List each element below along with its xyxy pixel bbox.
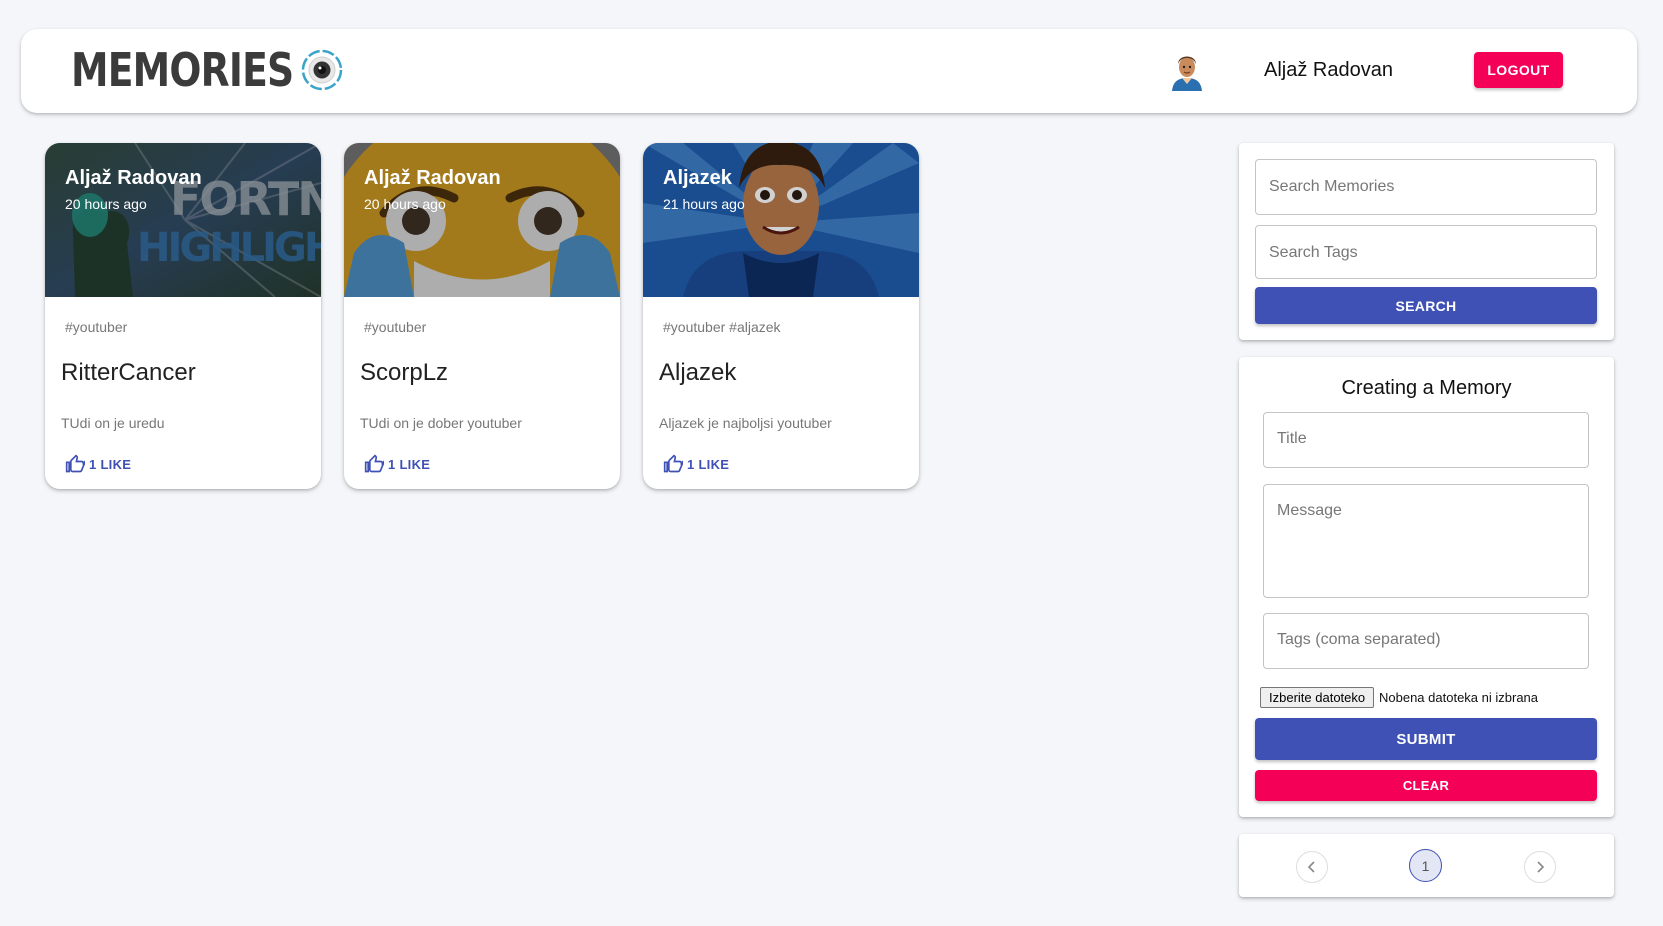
card-tags: #youtuber <box>65 319 128 335</box>
user-avatar-icon[interactable] <box>1164 47 1210 93</box>
chevron-left-icon <box>1307 861 1315 873</box>
file-choose-button[interactable]: Izberite datoteko <box>1260 687 1375 708</box>
message-placeholder: Message <box>1277 502 1342 519</box>
like-button[interactable]: 1 LIKE <box>663 454 729 474</box>
card-image-fortnite: FORTNITE HIGHLIGHTS Aljaž Radovan 20 hou… <box>45 143 321 297</box>
card-title: ScorpLz <box>360 359 449 386</box>
card-author: Aljaž Radovan <box>364 167 501 189</box>
user-name: Aljaž Radovan <box>1264 59 1393 81</box>
like-button[interactable]: 1 LIKE <box>65 454 131 474</box>
app-bar: MEMORIES Aljaž Radovan LOGOUT <box>21 29 1637 113</box>
like-count: 1 LIKE <box>388 456 431 472</box>
card-image-cartoon: Aljazek 21 hours ago <box>643 143 919 297</box>
next-page-button[interactable] <box>1524 851 1556 883</box>
like-count: 1 LIKE <box>89 456 132 472</box>
brand[interactable]: MEMORIES <box>71 43 343 97</box>
card-author: Aljaž Radovan <box>65 167 202 189</box>
card-time: 20 hours ago <box>65 196 147 212</box>
tags-input[interactable]: Tags (coma separated) <box>1263 613 1589 669</box>
memory-card[interactable]: Aljazek 21 hours ago #youtuber #aljazek … <box>643 143 919 489</box>
memory-card[interactable]: FORTNITE HIGHLIGHTS Aljaž Radovan 20 hou… <box>45 143 321 489</box>
title-placeholder: Title <box>1277 430 1307 447</box>
logout-button[interactable]: LOGOUT <box>1474 52 1563 88</box>
memories-camera-icon <box>301 49 343 91</box>
pagination: 1 <box>1239 834 1614 897</box>
previous-page-button[interactable] <box>1296 851 1328 883</box>
file-status: Nobena datoteka ni izbrana <box>1379 690 1539 705</box>
card-message: TUdi on je dober youtuber <box>360 415 522 431</box>
clear-button[interactable]: CLEAR <box>1255 770 1597 801</box>
form-title: Creating a Memory <box>1341 377 1512 399</box>
create-memory-form: Creating a Memory Title Message Tags (co… <box>1239 357 1614 817</box>
card-tags: #youtuber <box>364 319 427 335</box>
card-message: TUdi on je uredu <box>61 415 165 431</box>
thumb-up-icon <box>663 454 683 473</box>
search-memories-placeholder: Search Memories <box>1269 178 1395 195</box>
search-tags-placeholder: Search Tags <box>1269 244 1358 261</box>
thumb-up-icon <box>364 454 384 473</box>
card-time: 20 hours ago <box>364 196 446 212</box>
thumb-up-icon <box>65 454 85 473</box>
card-time: 21 hours ago <box>663 196 745 212</box>
brand-title: MEMORIES <box>71 43 294 97</box>
card-title: RitterCancer <box>61 359 196 386</box>
search-button[interactable]: SEARCH <box>1255 287 1597 324</box>
card-image-emoji: Aljaž Radovan 20 hours ago <box>344 143 620 297</box>
tags-placeholder: Tags (coma separated) <box>1277 631 1441 648</box>
search-memories-input[interactable]: Search Memories <box>1255 159 1597 215</box>
card-title: Aljazek <box>659 359 737 386</box>
search-panel: Search Memories Search Tags SEARCH <box>1239 143 1614 340</box>
title-input[interactable]: Title <box>1263 412 1589 468</box>
card-author: Aljazek <box>663 167 732 189</box>
search-tags-input[interactable]: Search Tags <box>1255 225 1597 279</box>
submit-button[interactable]: SUBMIT <box>1255 718 1597 760</box>
card-tags: #youtuber #aljazek <box>663 319 781 335</box>
page-number-button[interactable]: 1 <box>1409 849 1442 882</box>
chevron-right-icon <box>1537 861 1545 873</box>
card-message: Aljazek je najboljsi youtuber <box>659 415 832 431</box>
like-button[interactable]: 1 LIKE <box>364 454 430 474</box>
message-textarea[interactable]: Message <box>1263 484 1589 598</box>
like-count: 1 LIKE <box>687 456 730 472</box>
memory-card[interactable]: Aljaž Radovan 20 hours ago #youtuber Sco… <box>344 143 620 489</box>
